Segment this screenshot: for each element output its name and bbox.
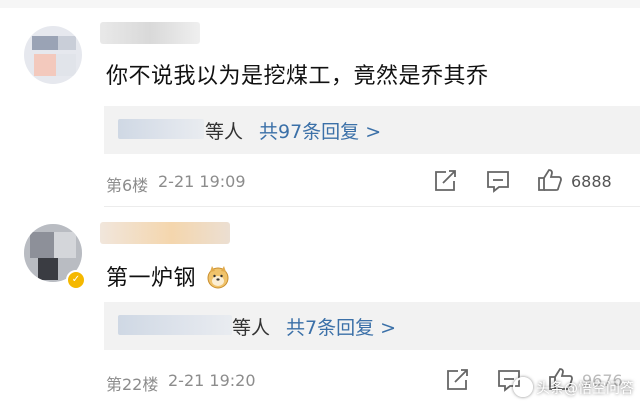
username-blurred[interactable] xyxy=(100,222,230,244)
doge-emoji xyxy=(207,266,229,289)
floor-number: 第22楼 xyxy=(106,375,159,394)
watermark-text: 头条@悟空问答 xyxy=(536,381,634,397)
verified-badge-icon: ✓ xyxy=(66,270,86,290)
comment-item: ✓ 第一炉钢 等人 共7条回复 > 第22楼 2-21 19:20 9676 xyxy=(0,0,640,404)
timestamp: 2-21 19:20 xyxy=(168,371,256,390)
watermark: 头条@悟空问答 xyxy=(513,377,634,398)
avatar-blur xyxy=(30,232,54,258)
reply-users-blurred xyxy=(118,315,232,335)
watermark-logo-icon xyxy=(513,377,533,397)
view-replies-link[interactable]: 共7条回复 > xyxy=(286,313,396,340)
reply-users-suffix: 等人 xyxy=(232,317,271,339)
avatar-blur xyxy=(54,232,76,258)
comment-text: 第一炉钢 xyxy=(106,260,230,292)
reply-preview[interactable]: 等人 共7条回复 > xyxy=(104,302,640,350)
share-icon[interactable] xyxy=(444,368,470,392)
avatar-blur xyxy=(38,258,58,280)
comment-text-content: 第一炉钢 xyxy=(106,266,197,291)
